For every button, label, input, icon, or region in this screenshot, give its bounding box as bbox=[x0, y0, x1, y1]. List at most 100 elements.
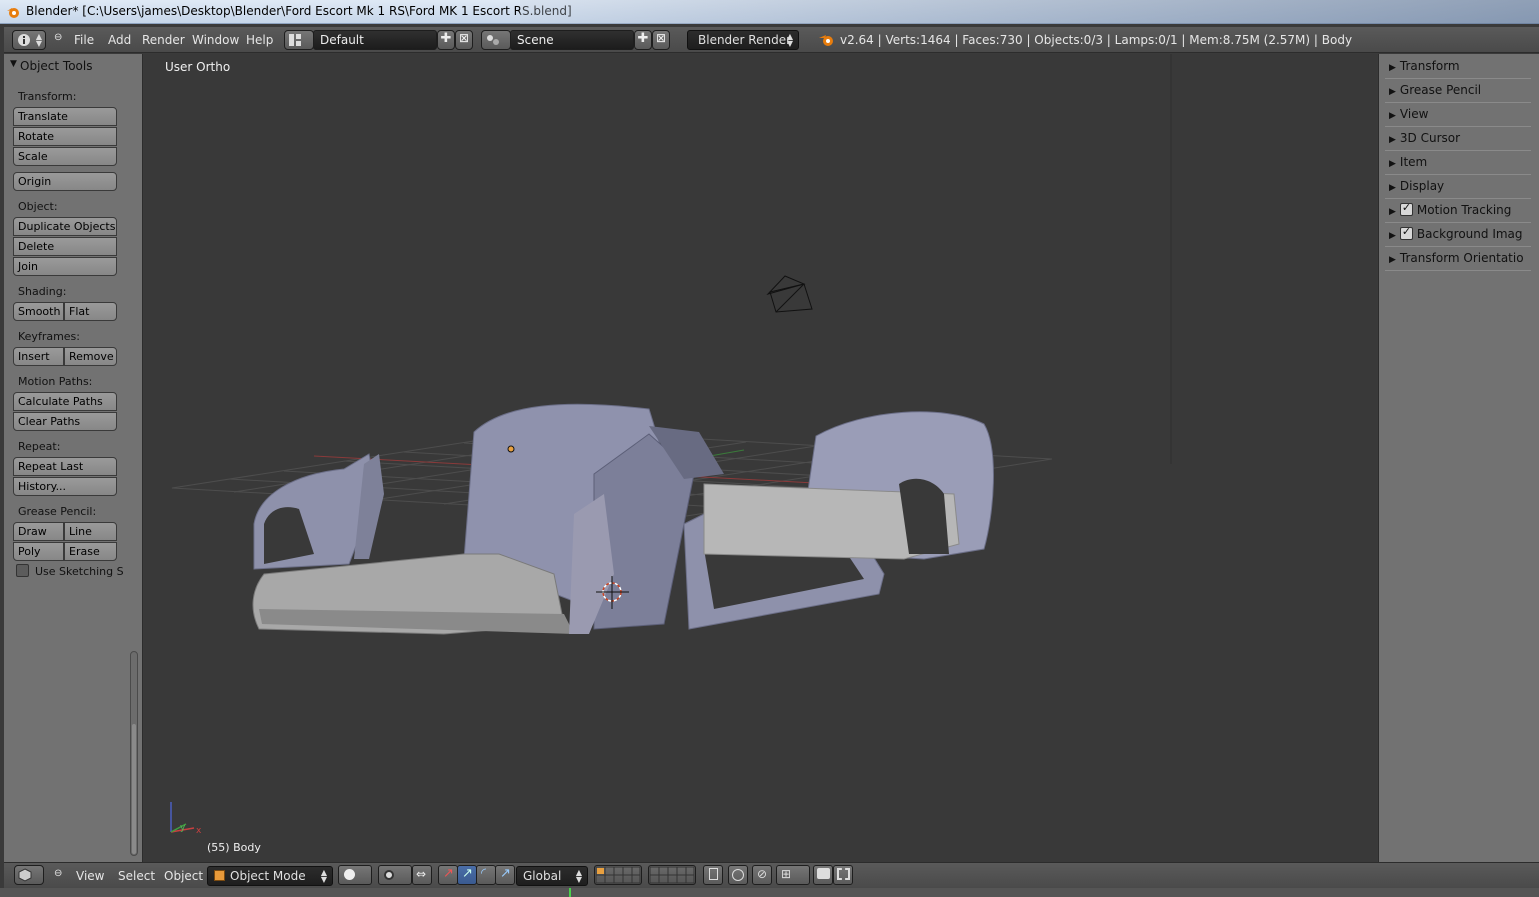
menu-add[interactable]: Add bbox=[108, 33, 131, 47]
duplicate-objects-button[interactable]: Duplicate Objects bbox=[13, 217, 117, 236]
proportional-edit-button[interactable] bbox=[728, 865, 748, 885]
menu-select[interactable]: Select bbox=[118, 869, 155, 883]
snap-element-select[interactable]: ⊞ bbox=[776, 865, 810, 885]
repeat-last-button[interactable]: Repeat Last bbox=[13, 457, 117, 476]
add-scene-icon[interactable]: ✚ bbox=[634, 30, 652, 50]
expand-triangle-icon: ▶ bbox=[1389, 135, 1396, 145]
dropdown-arrows-icon: ▲ ▼ bbox=[575, 868, 582, 884]
menu-file[interactable]: File bbox=[74, 33, 94, 47]
menu-window[interactable]: Window bbox=[192, 33, 239, 47]
info-header: ▲ ▼ ⊖ File Add Render Window Help Default… bbox=[4, 27, 1539, 53]
panel-background-images[interactable]: ▶ Background Imag bbox=[1389, 225, 1523, 241]
dropdown-arrows-icon: ▲ ▼ bbox=[786, 32, 793, 48]
delete-scene-icon[interactable]: ⊠ bbox=[652, 30, 670, 50]
join-button[interactable]: Join bbox=[13, 257, 117, 276]
use-sketching-checkbox[interactable] bbox=[16, 564, 29, 577]
divider bbox=[1385, 198, 1531, 199]
axis-y-label: y bbox=[180, 823, 186, 833]
line-button[interactable]: Line bbox=[64, 522, 117, 541]
timeline-strip[interactable] bbox=[0, 888, 1539, 897]
transform-orientation-select[interactable]: Global ▲ ▼ bbox=[516, 866, 588, 886]
panel-view[interactable]: ▶ View bbox=[1389, 107, 1428, 121]
current-frame-marker[interactable] bbox=[569, 888, 571, 897]
divider bbox=[1385, 246, 1531, 247]
scale-button[interactable]: Scale bbox=[13, 147, 117, 166]
lock-layers-button[interactable] bbox=[703, 865, 723, 885]
smooth-button[interactable]: Smooth bbox=[13, 302, 64, 321]
delete-screen-icon[interactable]: ⊠ bbox=[455, 30, 473, 50]
object-mode-icon bbox=[214, 870, 225, 881]
panel-motion-tracking[interactable]: ▶ Motion Tracking bbox=[1389, 201, 1512, 217]
opengl-render-button[interactable] bbox=[813, 865, 833, 885]
rotate-manipulator-button[interactable]: ↗ bbox=[457, 865, 477, 885]
screen-layout-value: Default bbox=[320, 33, 364, 47]
manipulator-toggle-button[interactable]: ⇔ bbox=[412, 865, 432, 885]
panel-display[interactable]: ▶ Display bbox=[1389, 179, 1444, 193]
background-images-checkbox[interactable] bbox=[1399, 225, 1413, 240]
erase-button[interactable]: Erase bbox=[64, 542, 117, 561]
editor-type-button[interactable]: ▲ ▼ bbox=[12, 30, 46, 50]
mode-select[interactable]: Object Mode ▲ ▼ bbox=[207, 866, 333, 886]
collapse-menu-icon[interactable]: ⊖ bbox=[54, 32, 62, 43]
divider bbox=[1385, 78, 1531, 79]
panel-label: Background Imag bbox=[1416, 227, 1523, 241]
translate-button[interactable]: Translate bbox=[13, 107, 117, 126]
clear-paths-button[interactable]: Clear Paths bbox=[13, 412, 117, 431]
divider bbox=[1385, 270, 1531, 271]
draw-button[interactable]: Draw bbox=[13, 522, 64, 541]
translate-manipulator-button[interactable]: ↗ bbox=[438, 865, 458, 885]
properties-panel: ▶ Transform ▶ Grease Pencil ▶ View ▶ 3D Curs… bbox=[1378, 54, 1539, 862]
remove-keyframe-button[interactable]: Remove bbox=[64, 347, 117, 366]
delete-button[interactable]: Delete bbox=[13, 237, 117, 256]
menu-object[interactable]: Object bbox=[164, 869, 203, 883]
scrollbar-thumb[interactable] bbox=[132, 724, 136, 854]
panel-transform-orientations[interactable]: ▶ Transform Orientatio bbox=[1389, 251, 1524, 265]
motion-tracking-checkbox[interactable] bbox=[1399, 201, 1413, 216]
rotate-button[interactable]: Rotate bbox=[13, 127, 117, 146]
3d-viewport[interactable]: User Ortho (55) Body y x bbox=[144, 54, 1377, 862]
panel-grease-pencil[interactable]: ▶ Grease Pencil bbox=[1389, 83, 1481, 97]
poly-button[interactable]: Poly bbox=[13, 542, 64, 561]
history-button[interactable]: History... bbox=[13, 477, 117, 496]
panel-label: View bbox=[1399, 107, 1429, 121]
scene-field[interactable]: Scene bbox=[510, 30, 634, 50]
calculate-paths-button[interactable]: Calculate Paths bbox=[13, 392, 117, 411]
3d-view-header: ⊖ View Select Object Object Mode ▲ ▼ ⇔ ↗ … bbox=[4, 862, 1539, 888]
rotate-arrow-icon: ↗ bbox=[462, 866, 473, 881]
camera-object bbox=[766, 275, 813, 313]
opengl-animation-button[interactable] bbox=[833, 865, 853, 885]
panel-label: Motion Tracking bbox=[1416, 203, 1512, 217]
screen-layout-field[interactable]: Default bbox=[313, 30, 437, 50]
panel-transform[interactable]: ▶ Transform bbox=[1389, 59, 1460, 73]
viewport-shading-button[interactable] bbox=[338, 865, 372, 885]
car-body-mesh bbox=[252, 403, 994, 635]
transform-label: Transform: bbox=[18, 90, 77, 103]
flat-button[interactable]: Flat bbox=[64, 302, 117, 321]
divider bbox=[1385, 174, 1531, 175]
origin-button[interactable]: Origin bbox=[13, 172, 117, 191]
arc-icon: ◜ bbox=[481, 866, 487, 881]
menu-help[interactable]: Help bbox=[246, 33, 273, 47]
scale-manipulator-button[interactable]: ↗ bbox=[495, 865, 515, 885]
scene-icon[interactable] bbox=[481, 30, 511, 50]
insert-keyframe-button[interactable]: Insert bbox=[13, 347, 64, 366]
camera-icon bbox=[817, 868, 830, 879]
collapse-menu-icon[interactable]: ⊖ bbox=[54, 868, 62, 879]
object-tools-header[interactable]: ▼ Object Tools bbox=[4, 57, 143, 77]
rotate-arc-button[interactable]: ◜ bbox=[476, 865, 496, 885]
screen-layout-icon[interactable] bbox=[284, 30, 314, 50]
add-screen-icon[interactable]: ✚ bbox=[437, 30, 455, 50]
scene-render: y x bbox=[170, 54, 1172, 836]
layer-buttons-group-2[interactable] bbox=[648, 865, 696, 885]
solid-shading-icon bbox=[344, 869, 355, 880]
editor-type-3d-button[interactable] bbox=[14, 865, 44, 885]
layer-buttons-group-1[interactable] bbox=[594, 865, 642, 885]
panel-item[interactable]: ▶ Item bbox=[1389, 155, 1427, 169]
menu-view[interactable]: View bbox=[76, 869, 104, 883]
panel-3d-cursor[interactable]: ▶ 3D Cursor bbox=[1389, 131, 1460, 145]
pivot-point-button[interactable] bbox=[378, 865, 412, 885]
snap-toggle-button[interactable]: ⊘ bbox=[752, 865, 772, 885]
menu-render[interactable]: Render bbox=[142, 33, 185, 47]
tool-shelf-scrollbar[interactable] bbox=[130, 651, 138, 856]
render-engine-select[interactable]: Blender Render ▲ ▼ bbox=[687, 30, 799, 50]
